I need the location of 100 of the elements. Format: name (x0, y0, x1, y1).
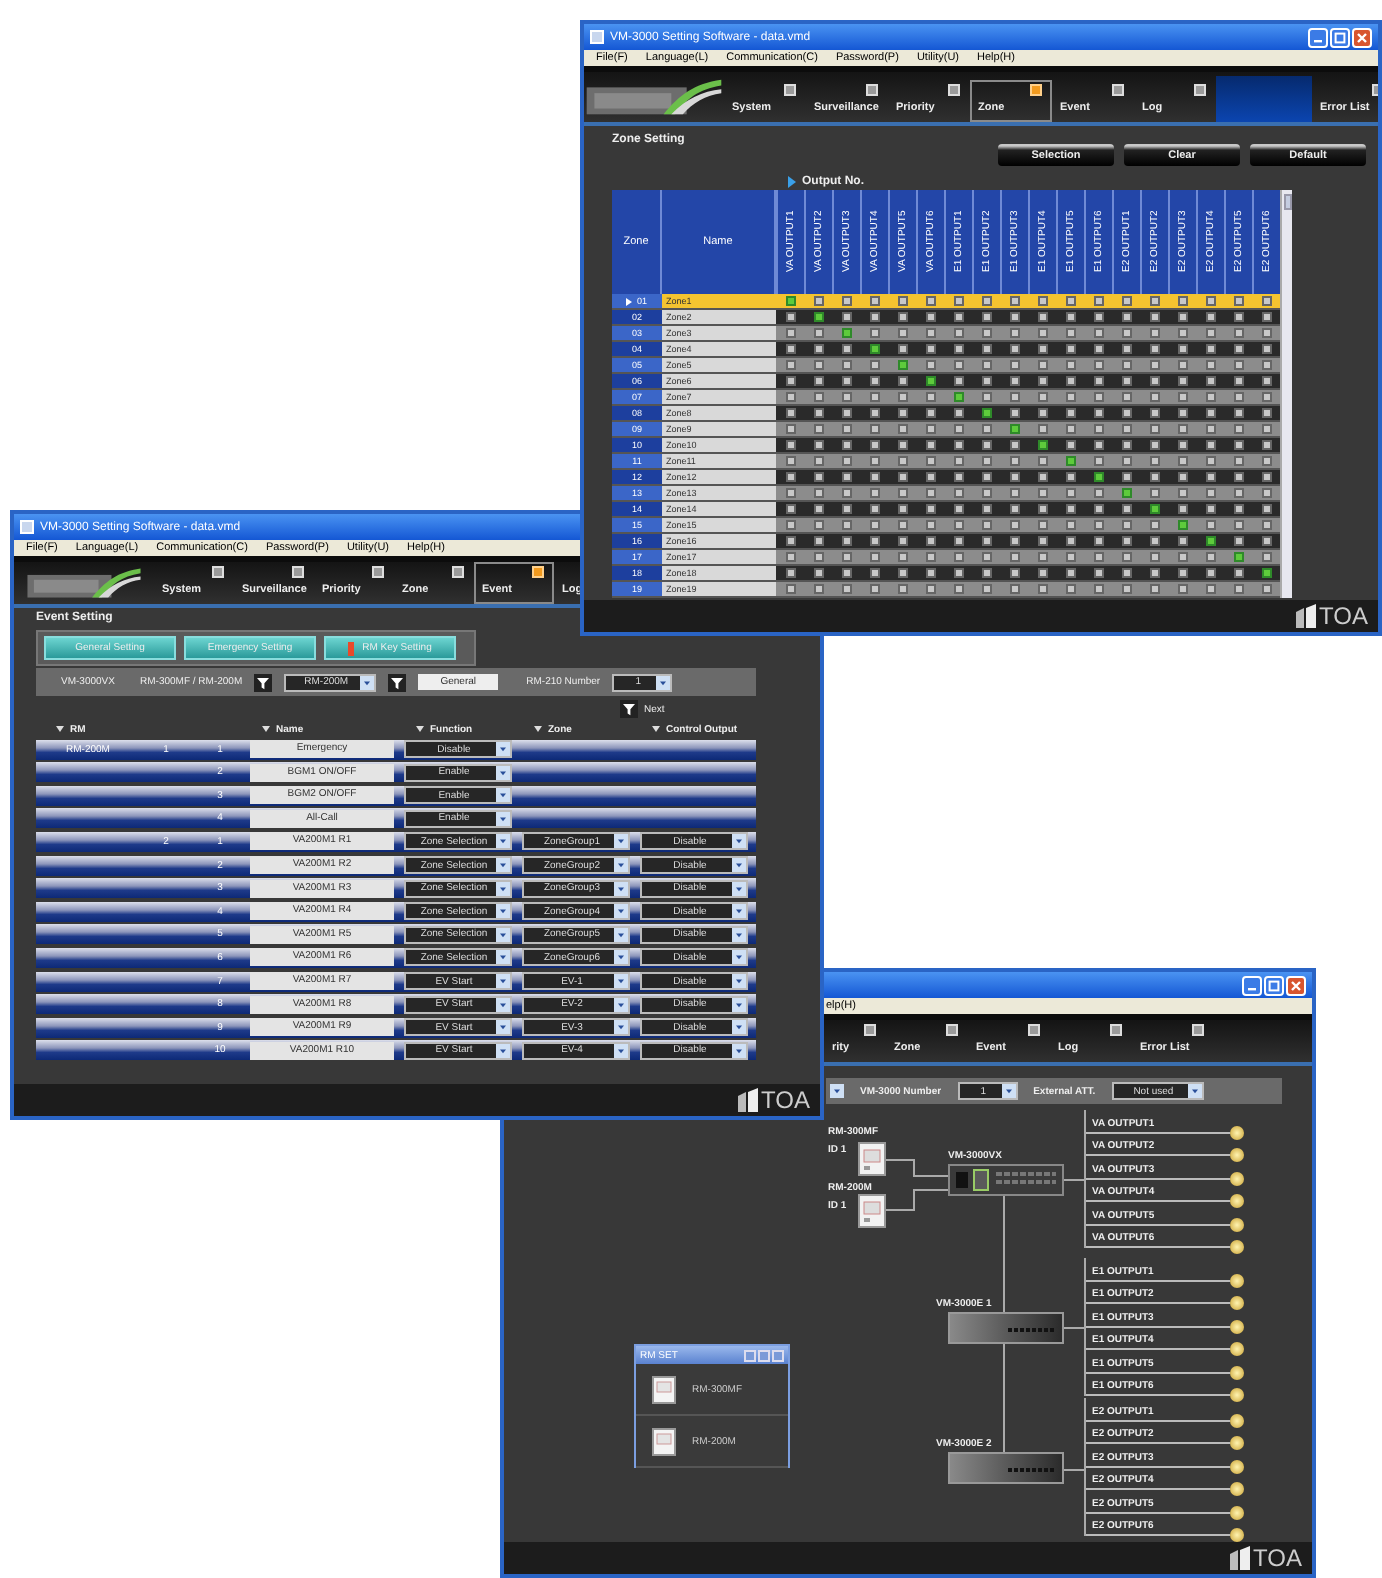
checkbox[interactable] (1065, 312, 1075, 322)
checkbox[interactable] (1065, 520, 1075, 530)
checkbox[interactable] (1261, 520, 1271, 530)
checkbox[interactable] (1177, 584, 1187, 594)
checkbox[interactable] (1093, 552, 1103, 562)
checkbox[interactable] (841, 360, 851, 370)
checkbox[interactable] (1093, 584, 1103, 594)
checkbox[interactable] (1177, 440, 1187, 450)
checkbox[interactable] (1065, 456, 1075, 466)
checkbox[interactable] (953, 328, 963, 338)
checkbox[interactable] (869, 472, 879, 482)
checkbox[interactable] (1261, 296, 1271, 306)
checkbox[interactable] (1037, 408, 1047, 418)
checkbox[interactable] (1205, 344, 1215, 354)
checkbox[interactable] (981, 440, 991, 450)
checkbox[interactable] (925, 456, 935, 466)
checkbox[interactable] (1205, 584, 1215, 594)
checkbox[interactable] (1037, 488, 1047, 498)
checkbox[interactable] (1205, 328, 1215, 338)
minimize-button[interactable] (744, 1349, 756, 1361)
checkbox[interactable] (869, 504, 879, 514)
checkbox[interactable] (953, 552, 963, 562)
checkbox[interactable] (953, 472, 963, 482)
checkbox[interactable] (1065, 296, 1075, 306)
checkbox[interactable] (897, 552, 907, 562)
checkbox[interactable] (1093, 376, 1103, 386)
checkbox[interactable] (953, 488, 963, 498)
checkbox[interactable] (1149, 504, 1159, 514)
checkbox[interactable] (1177, 568, 1187, 578)
checkbox[interactable] (1093, 424, 1103, 434)
checkbox[interactable] (841, 440, 851, 450)
checkbox[interactable] (869, 456, 879, 466)
checkbox[interactable] (785, 456, 795, 466)
checkbox[interactable] (897, 408, 907, 418)
checkbox[interactable] (953, 568, 963, 578)
checkbox[interactable] (813, 520, 823, 530)
checkbox[interactable] (1121, 360, 1131, 370)
checkbox[interactable] (1121, 424, 1131, 434)
checkbox[interactable] (1205, 424, 1215, 434)
checkbox[interactable] (1149, 472, 1159, 482)
checkbox[interactable] (1261, 328, 1271, 338)
checkbox[interactable] (1037, 536, 1047, 546)
checkbox[interactable] (1121, 456, 1131, 466)
checkbox[interactable] (1121, 568, 1131, 578)
checkbox[interactable] (897, 296, 907, 306)
checkbox[interactable] (897, 504, 907, 514)
checkbox[interactable] (1233, 328, 1243, 338)
checkbox[interactable] (1037, 472, 1047, 482)
scroll-thumb[interactable] (1283, 194, 1291, 210)
checkbox[interactable] (813, 312, 823, 322)
checkbox[interactable] (813, 552, 823, 562)
checkbox[interactable] (981, 360, 991, 370)
checkbox[interactable] (1261, 456, 1271, 466)
checkbox[interactable] (1177, 536, 1187, 546)
checkbox[interactable] (1065, 424, 1075, 434)
checkbox[interactable] (1149, 568, 1159, 578)
checkbox[interactable] (1205, 472, 1215, 482)
checkbox[interactable] (981, 376, 991, 386)
checkbox[interactable] (1233, 456, 1243, 466)
checkbox[interactable] (1149, 328, 1159, 338)
checkbox[interactable] (869, 360, 879, 370)
checkbox[interactable] (869, 584, 879, 594)
checkbox[interactable] (1205, 504, 1215, 514)
checkbox[interactable] (1261, 504, 1271, 514)
checkbox[interactable] (1037, 360, 1047, 370)
checkbox[interactable] (925, 488, 935, 498)
checkbox[interactable] (869, 488, 879, 498)
checkbox[interactable] (1009, 472, 1019, 482)
checkbox[interactable] (925, 312, 935, 322)
checkbox[interactable] (981, 504, 991, 514)
checkbox[interactable] (1009, 360, 1019, 370)
checkbox[interactable] (897, 456, 907, 466)
checkbox[interactable] (1177, 472, 1187, 482)
checkbox[interactable] (1093, 296, 1103, 306)
checkbox[interactable] (1065, 552, 1075, 562)
checkbox[interactable] (1121, 296, 1131, 306)
checkbox[interactable] (1233, 552, 1243, 562)
checkbox[interactable] (1149, 392, 1159, 402)
checkbox[interactable] (785, 440, 795, 450)
close-button[interactable] (772, 1349, 784, 1361)
checkbox[interactable] (897, 376, 907, 386)
checkbox[interactable] (897, 440, 907, 450)
checkbox[interactable] (869, 376, 879, 386)
checkbox[interactable] (1065, 392, 1075, 402)
checkbox[interactable] (1149, 344, 1159, 354)
checkbox[interactable] (785, 568, 795, 578)
checkbox[interactable] (925, 472, 935, 482)
checkbox[interactable] (1065, 504, 1075, 514)
checkbox[interactable] (897, 360, 907, 370)
checkbox[interactable] (953, 392, 963, 402)
checkbox[interactable] (1093, 392, 1103, 402)
checkbox[interactable] (1233, 504, 1243, 514)
checkbox[interactable] (953, 536, 963, 546)
checkbox[interactable] (1205, 360, 1215, 370)
checkbox[interactable] (1205, 552, 1215, 562)
checkbox[interactable] (1121, 488, 1131, 498)
checkbox[interactable] (897, 424, 907, 434)
checkbox[interactable] (813, 376, 823, 386)
checkbox[interactable] (981, 456, 991, 466)
checkbox[interactable] (869, 552, 879, 562)
